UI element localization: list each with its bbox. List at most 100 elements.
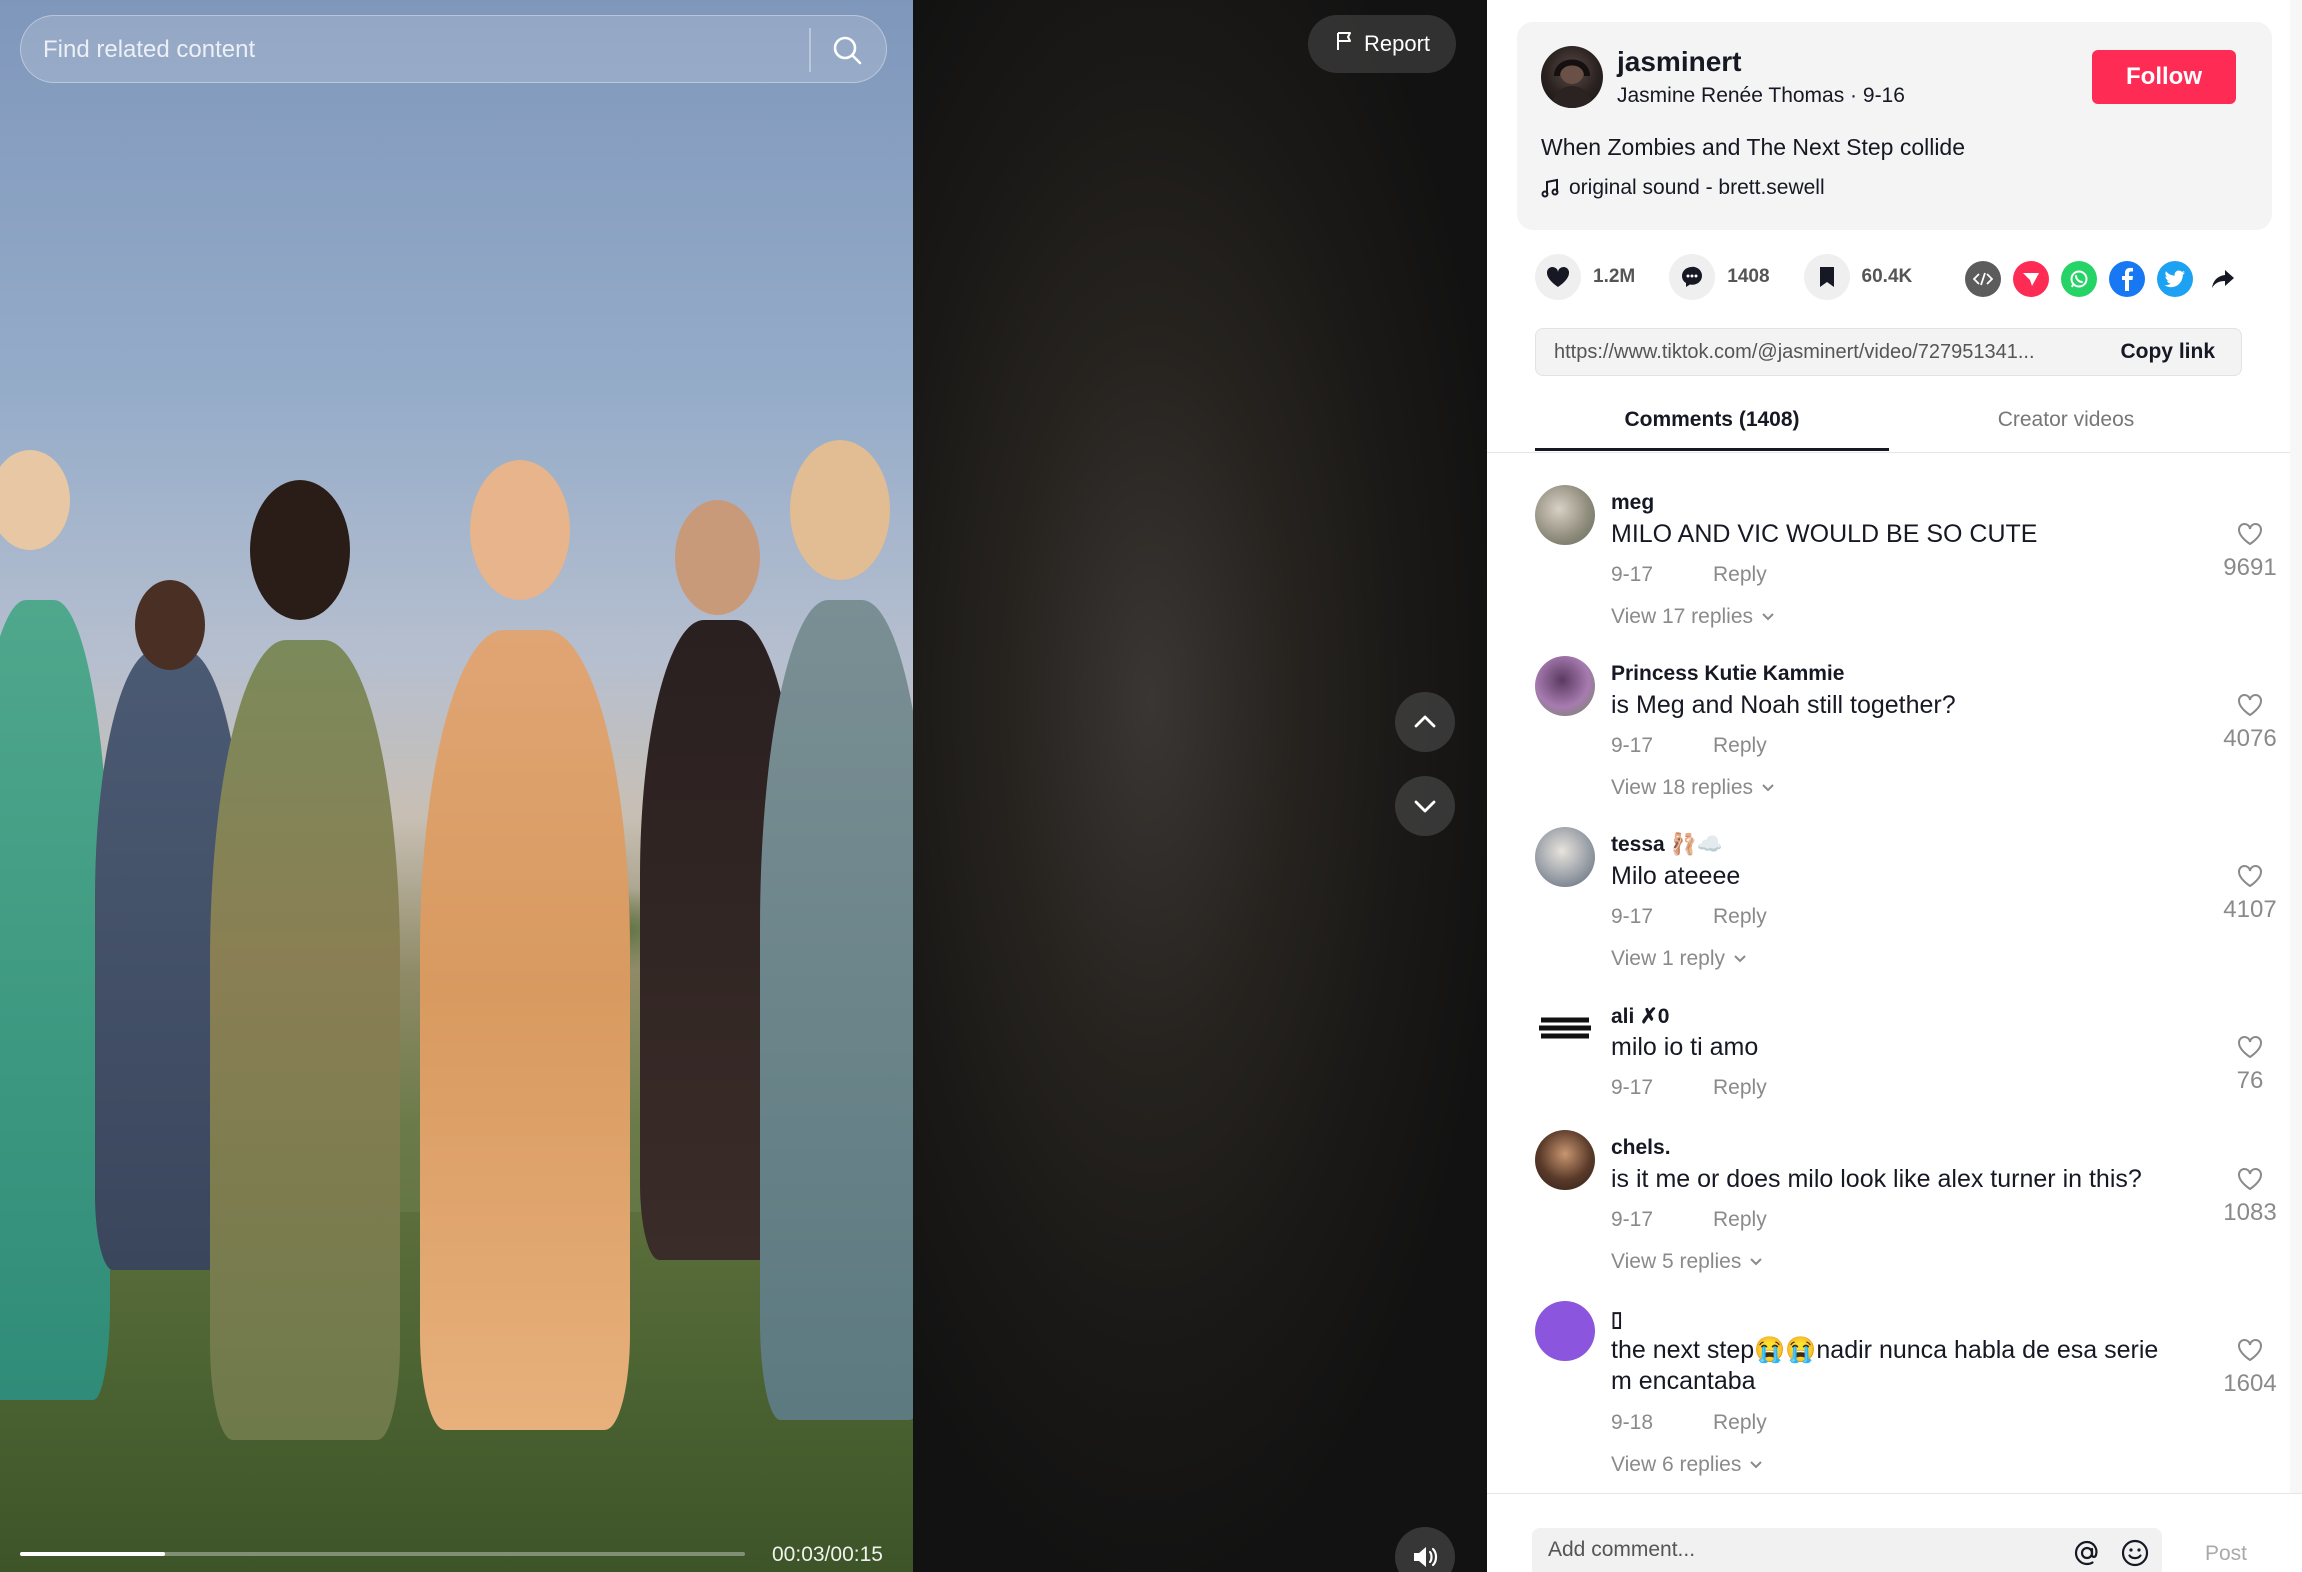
comment-input-box[interactable] <box>1532 1528 2162 1572</box>
follow-button[interactable]: Follow <box>2092 50 2236 104</box>
comment-like[interactable]: 9691 <box>2215 521 2285 582</box>
like-stat[interactable]: 1.2M <box>1535 254 1635 300</box>
heart-outline-icon <box>2238 1339 2262 1362</box>
bookmark-icon[interactable] <box>1803 254 1850 300</box>
view-replies-button[interactable]: View 5 replies <box>1611 1250 1763 1274</box>
share-arrow-icon[interactable] <box>2205 261 2241 297</box>
active-tab-indicator <box>1535 448 1889 451</box>
comment-like[interactable]: 76 <box>2215 1034 2285 1095</box>
sound-link[interactable]: original sound - brett.sewell <box>1541 176 1825 200</box>
comment-meta: 9-17 Reply <box>1611 563 1767 587</box>
comment-like-count: 9691 <box>2223 554 2277 581</box>
comment-like[interactable]: 4076 <box>2215 692 2285 753</box>
comment-text: is Meg and Noah still together? <box>1611 691 1956 719</box>
tab-creator-videos[interactable]: Creator videos <box>1889 408 2243 432</box>
view-replies-button[interactable]: View 17 replies <box>1611 605 1775 629</box>
commenter-username[interactable]: Princess Kutie Kammie <box>1611 662 1844 686</box>
video-player[interactable] <box>0 0 913 1572</box>
comment-icon[interactable] <box>1669 254 1716 300</box>
next-video-button[interactable] <box>1395 776 1455 836</box>
comment-like[interactable]: 1083 <box>2215 1166 2285 1227</box>
send-to-friends-icon[interactable] <box>2013 261 2049 297</box>
comment-meta: 9-17 Reply <box>1611 1208 1767 1232</box>
view-replies-button[interactable]: View 6 replies <box>1611 1453 1763 1477</box>
comment-like[interactable]: 4107 <box>2215 863 2285 924</box>
video-link-box: https://www.tiktok.com/@jasminert/video/… <box>1535 328 2242 376</box>
view-replies-button[interactable]: View 1 reply <box>1611 947 1747 971</box>
whatsapp-icon[interactable] <box>2061 261 2097 297</box>
embed-icon[interactable] <box>1965 261 2001 297</box>
commenter-avatar[interactable] <box>1535 485 1595 545</box>
comment-text: the next step😭😭nadir nunca habla de esa … <box>1611 1336 2159 1395</box>
report-button[interactable]: Report <box>1308 15 1456 73</box>
emoji-icon[interactable] <box>2120 1538 2150 1572</box>
reply-button[interactable]: Reply <box>1713 1208 1767 1232</box>
details-panel: jasminert Jasmine Renée Thomas · 9-16 Fo… <box>1487 0 2302 1572</box>
chevron-down-icon <box>1734 955 1746 963</box>
heart-outline-icon <box>2238 1168 2262 1191</box>
save-count: 60.4K <box>1861 266 1913 287</box>
comment-text: Milo ateeee <box>1611 862 1741 890</box>
chevron-down-icon <box>1414 800 1436 813</box>
author-username[interactable]: jasminert <box>1617 46 1742 78</box>
reply-button[interactable]: Reply <box>1713 1076 1767 1100</box>
commenter-avatar[interactable] <box>1535 656 1595 716</box>
search-bar[interactable] <box>20 15 887 83</box>
comment-text: milo io ti amo <box>1611 1033 1759 1061</box>
speaker-icon <box>1414 1547 1438 1567</box>
save-stat[interactable]: 60.4K <box>1803 254 1913 300</box>
reply-button[interactable]: Reply <box>1713 905 1767 929</box>
facebook-icon[interactable] <box>2109 261 2145 297</box>
comment-meta: 9-17 Reply <box>1611 1076 1767 1100</box>
commenter-username[interactable]: ali ✗0 <box>1611 1004 1669 1029</box>
video-person <box>760 600 913 1420</box>
comment-like-count: 76 <box>2236 1067 2264 1094</box>
commenter-avatar[interactable] <box>1535 827 1595 887</box>
heart-outline-icon <box>2238 694 2262 717</box>
reply-button[interactable]: Reply <box>1713 1411 1767 1435</box>
progress-fill <box>20 1552 165 1556</box>
comment-like[interactable]: 1604 <box>2215 1337 2285 1398</box>
post-button[interactable]: Post <box>2205 1542 2247 1566</box>
commenter-username[interactable]: chels. <box>1611 1136 1671 1160</box>
comment-like-count: 1083 <box>2223 1199 2277 1226</box>
share-icons <box>1965 261 2241 297</box>
twitter-icon[interactable] <box>2157 261 2193 297</box>
view-replies-button[interactable]: View 18 replies <box>1611 776 1775 800</box>
comment-text: MILO AND VIC WOULD BE SO CUTE <box>1611 520 2038 548</box>
commenter-username[interactable]: tessa 🩰☁️ <box>1611 833 1723 857</box>
chevron-down-icon <box>1762 784 1774 792</box>
comment-input[interactable] <box>1548 1538 2028 1562</box>
like-count: 1.2M <box>1593 266 1636 287</box>
search-divider <box>809 28 811 72</box>
progress-bar[interactable] <box>20 1552 745 1556</box>
reply-button[interactable]: Reply <box>1713 563 1767 587</box>
commenter-username[interactable]: meg <box>1611 491 1654 515</box>
commenter-avatar[interactable] <box>1535 1130 1595 1190</box>
video-person <box>0 600 110 1400</box>
comment-like-count: 4107 <box>2223 896 2277 923</box>
view-replies-label: View 6 replies <box>1611 1453 1742 1476</box>
video-link-url[interactable]: https://www.tiktok.com/@jasminert/video/… <box>1554 341 2094 364</box>
comment-stat[interactable]: 1408 <box>1669 254 1770 300</box>
chevron-down-icon <box>1762 613 1774 621</box>
report-label: Report <box>1363 31 1431 56</box>
search-icon[interactable] <box>831 34 863 66</box>
author-avatar[interactable] <box>1541 46 1603 108</box>
heart-icon[interactable] <box>1535 254 1581 300</box>
copy-link-button[interactable]: Copy link <box>2120 340 2215 364</box>
author-subline: Jasmine Renée Thomas · 9-16 <box>1617 84 1905 107</box>
commenter-username[interactable]: ▯ <box>1611 1307 1623 1332</box>
reply-button[interactable]: Reply <box>1713 734 1767 758</box>
comment-scrollbar[interactable] <box>2290 0 2302 1493</box>
previous-video-button[interactable] <box>1395 692 1455 752</box>
commenter-avatar[interactable] <box>1535 998 1595 1058</box>
search-input[interactable] <box>43 36 803 64</box>
sound-label: original sound - brett.sewell <box>1569 176 1825 199</box>
heart-outline-icon <box>2238 865 2262 888</box>
commenter-avatar[interactable] <box>1535 1301 1595 1361</box>
mention-icon[interactable] <box>2072 1538 2102 1572</box>
video-info-card: jasminert Jasmine Renée Thomas · 9-16 Fo… <box>1517 22 2272 230</box>
video-person-head <box>250 480 350 620</box>
tab-comments[interactable]: Comments (1408) <box>1535 408 1889 432</box>
